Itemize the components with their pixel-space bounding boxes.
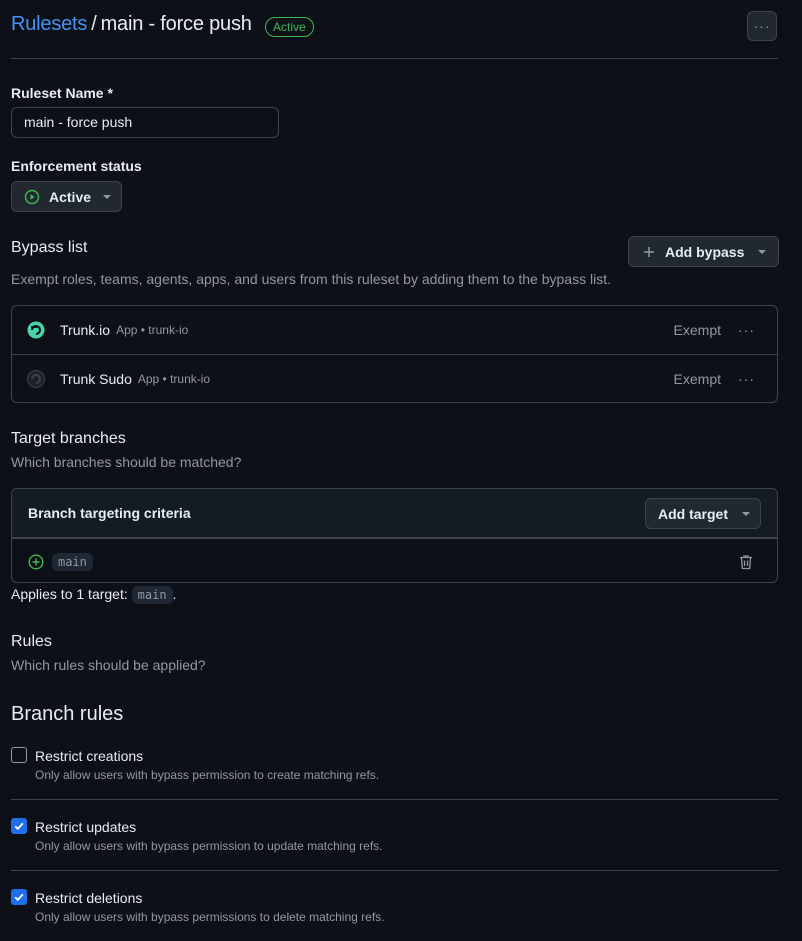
add-target-label: Add target: [658, 505, 728, 522]
rules-description: Which rules should be applied?: [11, 657, 206, 673]
bypass-list: Trunk.io App • trunk-io Exempt ··· Trunk…: [11, 305, 778, 403]
add-bypass-label: Add bypass: [665, 243, 745, 260]
breadcrumb-separator: /: [91, 13, 97, 35]
header-divider: [11, 58, 778, 59]
kebab-icon[interactable]: ···: [738, 322, 755, 338]
target-branch-chip: main: [52, 552, 93, 571]
bypass-app-name: Trunk.io: [60, 322, 111, 338]
target-branch-row: main: [12, 538, 777, 584]
branch-targeting-title: Branch targeting criteria: [28, 505, 191, 521]
check-icon: [14, 893, 24, 902]
add-target-button[interactable]: Add target: [645, 498, 761, 529]
rule-divider: [11, 799, 778, 800]
rules-heading: Rules: [11, 633, 52, 650]
rule-title: Restrict deletions: [35, 890, 143, 906]
add-bypass-button[interactable]: Add bypass: [628, 236, 779, 267]
rule-divider: [11, 870, 778, 871]
bypass-mode-dropdown[interactable]: Exempt: [674, 322, 721, 338]
more-options-button[interactable]: ···: [747, 11, 777, 41]
chevron-down-icon: [758, 249, 767, 254]
bypass-app-name: Trunk Sudo: [60, 371, 132, 387]
applies-to-summary: Applies to 1 target: main.: [11, 586, 177, 604]
applies-prefix: Applies to 1 target:: [11, 586, 128, 602]
kebab-icon[interactable]: ···: [738, 371, 755, 387]
bypass-list-item: Trunk.io App • trunk-io Exempt ···: [12, 306, 777, 354]
branch-targeting-box: Branch targeting criteria Add target mai…: [11, 488, 778, 583]
bypass-list-item: Trunk Sudo App • trunk-io Exempt ···: [12, 354, 777, 403]
ruleset-name-label: Ruleset Name *: [11, 85, 113, 101]
rule-title: Restrict creations: [35, 748, 144, 764]
enforcement-status-value: Active: [49, 188, 92, 205]
restrict-creations-checkbox[interactable]: [11, 747, 27, 763]
enforcement-status-dropdown[interactable]: Active: [11, 181, 122, 212]
ruleset-title: main - force push: [100, 13, 252, 35]
chevron-down-icon: [103, 194, 112, 199]
applies-branch-chip: main: [131, 586, 173, 604]
rule-description: Only allow users with bypass permissions…: [35, 910, 385, 924]
bypass-mode-dropdown[interactable]: Exempt: [674, 371, 721, 387]
bypass-list-heading: Bypass list: [11, 239, 88, 256]
breadcrumb-rulesets-link[interactable]: Rulesets: [11, 13, 87, 35]
check-icon: [14, 822, 24, 831]
target-branches-heading: Target branches: [11, 430, 126, 447]
chevron-down-icon: [742, 511, 750, 516]
page-title: Rulesets / main - force push: [11, 13, 252, 36]
rule-description: Only allow users with bypass permission …: [35, 768, 380, 782]
trunk-sudo-app-icon: [27, 370, 45, 388]
play-circle-icon: [24, 189, 40, 204]
bypass-list-description: Exempt roles, teams, agents, apps, and u…: [11, 271, 611, 287]
trunk-io-app-icon: [27, 321, 45, 339]
bypass-app-meta: App • trunk-io: [116, 323, 189, 337]
bypass-app-meta: App • trunk-io: [137, 372, 211, 386]
branch-rules-heading: Branch rules: [11, 703, 124, 725]
plus-circle-icon: [28, 553, 44, 570]
restrict-deletions-checkbox[interactable]: [11, 889, 27, 905]
trash-icon[interactable]: [739, 554, 753, 570]
plus-icon: [644, 246, 654, 257]
enforcement-status-label: Enforcement status: [11, 158, 142, 174]
ruleset-name-input[interactable]: main - force push: [11, 107, 279, 138]
rule-description: Only allow users with bypass permission …: [35, 839, 383, 853]
branch-targeting-header: Branch targeting criteria Add target: [12, 489, 777, 538]
restrict-updates-checkbox[interactable]: [11, 818, 27, 834]
kebab-icon: ···: [753, 18, 771, 34]
applies-suffix: .: [172, 586, 177, 602]
target-branches-description: Which branches should be matched?: [11, 454, 242, 470]
status-badge: Active: [265, 17, 314, 37]
rule-title: Restrict updates: [35, 819, 137, 835]
